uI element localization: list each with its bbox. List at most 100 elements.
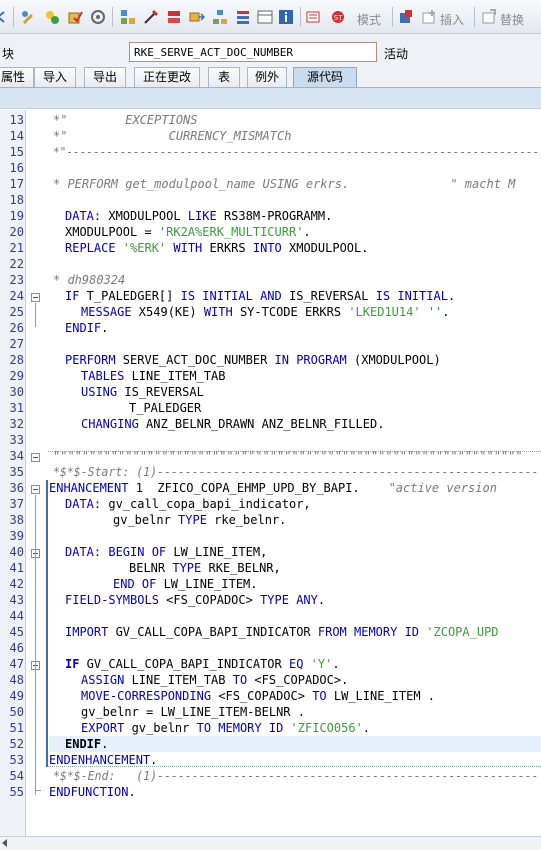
tab-changing[interactable]: 正在更改 [134, 67, 200, 87]
keyword: INTO [252, 241, 282, 255]
code-line[interactable]: IMPORT GV_CALL_COPA_BAPI_INDICATOR FROM … [65, 624, 499, 640]
insert-label[interactable]: 插入 [440, 11, 464, 28]
code-line[interactable]: END OF LW_LINE_ITEM. [113, 576, 258, 592]
string-literal: 'ZCOPA_UPD [426, 625, 499, 639]
code-line[interactable]: USING IS_REVERSAL [81, 384, 204, 400]
code-line[interactable]: *$*$-End: (1)---------------------------… [53, 768, 539, 784]
code-line[interactable]: DATA: XMODULPOOL LIKE RS38M-PROGRAMM. [65, 208, 332, 224]
fold-toggle-icon[interactable] [31, 485, 40, 494]
code-line[interactable]: MESSAGE X549(KE) WITH SY-TCODE ERKRS 'LK… [81, 304, 450, 320]
identifier: XMODULPOOL. [281, 241, 369, 255]
code-line[interactable]: gv_belnr = LW_LINE_ITEM-BELNR . [81, 704, 305, 720]
identifier: BELNR [129, 561, 173, 575]
display-object-icon[interactable] [143, 9, 159, 25]
check-object-icon[interactable] [67, 9, 83, 25]
code-line[interactable]: FIELD-SYMBOLS <FS_COPADOC> TYPE ANY. [65, 592, 325, 608]
keyword: FROM MEMORY ID [317, 625, 420, 639]
fold-guide [35, 303, 36, 327]
object-list-icon[interactable] [120, 9, 136, 25]
code-line[interactable]: *" EXCEPTIONS [53, 112, 198, 128]
code-line[interactable]: *" CURRENCY_MISMATCh [53, 128, 291, 144]
comment: * PERFORM get_modulpool_name USING erkrs… [53, 177, 516, 191]
navigation-window-icon[interactable] [166, 9, 182, 25]
code-line[interactable]: ENDFUNCTION. [49, 784, 136, 800]
function-module-name-field[interactable] [129, 42, 377, 62]
code-line[interactable]: EXPORT gv_belnr TO MEMORY ID 'ZFICO056'. [81, 720, 370, 736]
insert-statement-icon[interactable] [189, 9, 205, 25]
code-editor[interactable]: 13 14 15 16 17 18 19 20 21 22 23 24 25 2… [0, 110, 541, 836]
tab-exceptions[interactable]: 例外 [247, 67, 287, 87]
code-line[interactable]: *"--------------------------------------… [53, 144, 539, 160]
info-icon[interactable] [278, 9, 294, 25]
line-number: 26 [9, 321, 24, 335]
pattern-icon[interactable] [306, 9, 322, 25]
code-line[interactable]: REPLACE '%ERK' WITH ERKRS INTO XMODULPOO… [65, 240, 368, 256]
line-number: 42 [9, 577, 24, 591]
debug-icon[interactable]: ST [330, 9, 346, 25]
code-line[interactable]: IF T_PALEDGER[] IS INITIAL AND IS_REVERS… [65, 288, 455, 304]
replace-label[interactable]: 替换 [500, 11, 524, 28]
code-line[interactable]: DATA: gv_call_copa_bapi_indicator, [65, 496, 311, 512]
code-line[interactable]: ENHANCEMENT 1 ZFICO_COPA_EHMP_UPD_BY_BAP… [49, 480, 497, 496]
comment: * dh980324 [53, 273, 126, 287]
code-line[interactable]: CHANGING ANZ_BELNR_DRAWN ANZ_BELNR_FILLE… [81, 416, 384, 432]
code-line[interactable]: ENDIF. [65, 320, 108, 336]
punctuation: . [317, 593, 326, 607]
scroll-left-arrow-icon[interactable] [2, 839, 7, 847]
back-arrow-icon[interactable] [0, 9, 10, 25]
code-line[interactable]: MOVE-CORRESPONDING <FS_COPADOC> TO LW_LI… [81, 688, 435, 704]
stack-icon[interactable] [235, 9, 251, 25]
line-number: 29 [9, 369, 24, 383]
line-number: 16 [9, 161, 24, 175]
code-line[interactable]: T_PALEDGER [129, 400, 201, 416]
code-line[interactable]: PERFORM SERVE_ACT_DOC_NUMBER IN PROGRAM … [65, 352, 441, 368]
identifier: gv_belnr [124, 721, 197, 735]
identifier: LINE_ITEM_TAB [124, 673, 233, 687]
punctuation: . [447, 289, 456, 303]
identifier: SERVE_ACT_DOC_NUMBER [115, 353, 275, 367]
tab-tables[interactable]: 表 [208, 67, 240, 87]
layout-icon[interactable] [257, 9, 273, 25]
horizontal-scrollbar[interactable] [0, 836, 541, 850]
string-literal: '' [427, 305, 443, 319]
code-line[interactable]: BELNR TYPE RKE_BELNR, [129, 560, 281, 576]
code-line[interactable]: TABLES LINE_ITEM_TAB [81, 368, 226, 384]
edit-pencil-icon[interactable] [20, 9, 36, 25]
where-used-icon[interactable] [90, 9, 106, 25]
keyword: TYPE [178, 513, 207, 527]
comment: *" EXCEPTIONS [53, 113, 198, 127]
code-line[interactable]: """"""""""""""""""""""""""""""""""""""""… [53, 448, 523, 464]
code-line[interactable]: *$*$-Start: (1)-------------------------… [53, 464, 539, 480]
tab-source-code[interactable]: 源代码 [293, 67, 357, 87]
line-number: 43 [9, 593, 24, 607]
keyword: DATA: [65, 497, 102, 511]
code-line[interactable]: IF GV_CALL_COPA_BAPI_INDICATOR EQ 'Y'. [65, 656, 340, 672]
tab-attributes[interactable]: 属性 [0, 67, 34, 87]
identifier: <FS_COPADOC> [211, 689, 313, 703]
code-line[interactable]: * dh980324 [53, 272, 125, 288]
code-line[interactable]: ENDENHANCEMENT. [49, 752, 157, 768]
line-number: 24 [9, 289, 24, 303]
pretty-printer-icon[interactable] [398, 9, 414, 25]
tab-import[interactable]: 导入 [34, 67, 76, 87]
punctuation: . [303, 225, 311, 239]
keyword: WITH [203, 305, 233, 319]
code-line[interactable]: DATA: BEGIN OF LW_LINE_ITEM, [65, 544, 267, 560]
identifier: gv_belnr = LW_LINE_ITEM-BELNR . [81, 705, 305, 719]
hierarchy-icon[interactable] [212, 9, 228, 25]
activate-icon[interactable] [44, 9, 60, 25]
fold-toggle-icon[interactable] [31, 293, 40, 302]
identifier: XMODULPOOL [101, 209, 188, 223]
line-number: 32 [9, 417, 24, 431]
fold-toggle-icon[interactable] [31, 453, 40, 462]
code-line[interactable]: gv_belnr TYPE rke_belnr. [113, 512, 286, 528]
tab-export[interactable]: 导出 [84, 67, 126, 87]
insert-icon[interactable] [421, 9, 437, 25]
pattern-label[interactable]: 模式 [357, 11, 381, 28]
code-line[interactable]: ASSIGN LINE_ITEM_TAB TO <FS_COPADOC>. [81, 672, 348, 688]
code-line[interactable]: XMODULPOOL = 'RK2A%ERK_MULTICURR'. [65, 224, 311, 240]
code-line[interactable]: * PERFORM get_modulpool_name USING erkrs… [53, 176, 515, 192]
code-line-current[interactable]: ENDIF. [49, 736, 541, 752]
replace-icon[interactable] [481, 9, 497, 25]
